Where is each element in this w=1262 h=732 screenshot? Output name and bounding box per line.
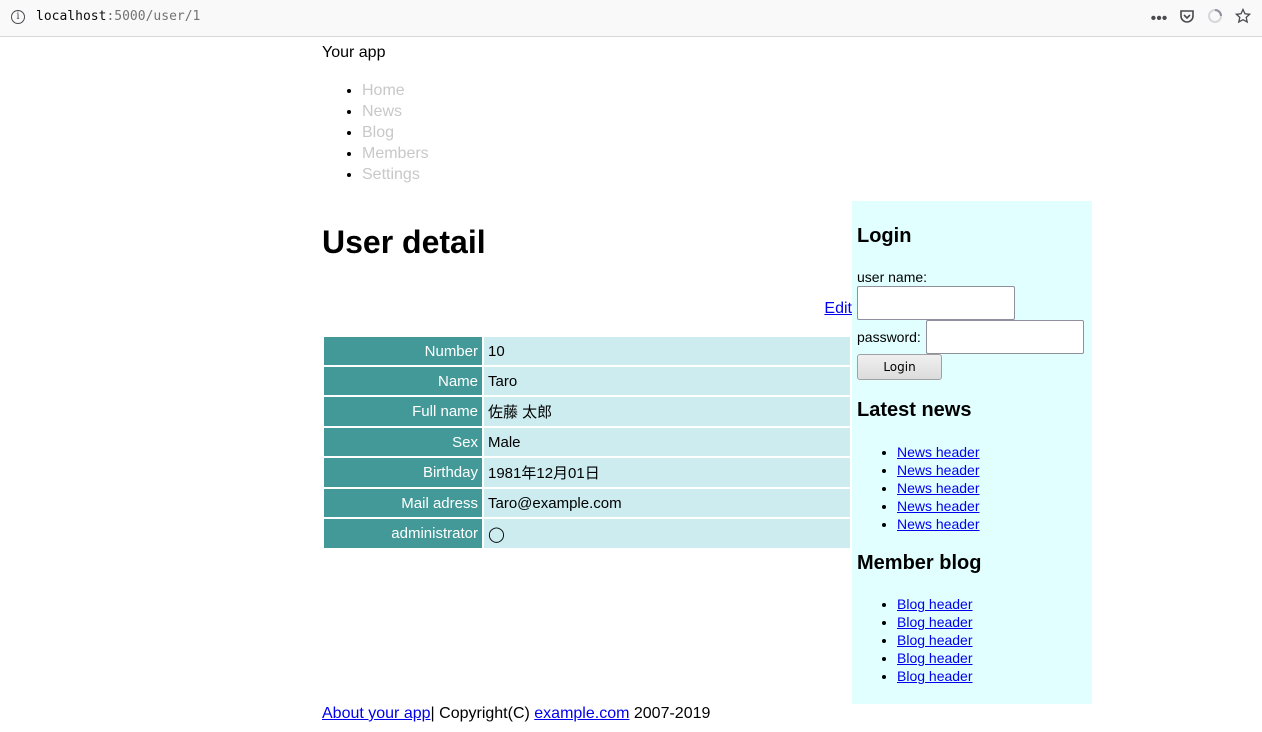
nav-item-blog[interactable]: Blog [362, 122, 429, 143]
loading-icon [1206, 8, 1224, 29]
row-label-administrator: administrator [324, 519, 482, 548]
row-value-number: 10 [484, 337, 850, 365]
list-item: News header [897, 515, 980, 533]
main-nav: Home News Blog Members Settings [322, 80, 429, 185]
pocket-icon[interactable] [1178, 8, 1196, 29]
password-label: password: [857, 329, 921, 345]
row-label-number: Number [324, 337, 482, 365]
username-label: user name: [857, 269, 928, 285]
news-link[interactable]: News header [897, 516, 980, 532]
member-blog-heading: Member blog [857, 552, 982, 574]
page-title: User detail [322, 224, 486, 260]
list-item: News header [897, 443, 980, 461]
copyright-years: 2007-2019 [629, 705, 711, 722]
news-list: News header News header News header News… [857, 443, 980, 533]
list-item: News header [897, 461, 980, 479]
row-value-mail-address: Taro@example.com [484, 489, 850, 517]
list-item: Blog header [897, 595, 973, 613]
username-input[interactable] [857, 286, 1015, 320]
row-value-administrator: ◯ [484, 519, 850, 548]
browser-toolbar-actions: ••• [1150, 7, 1252, 29]
news-link[interactable]: News header [897, 480, 980, 496]
table-row: Full name 佐藤 太郎 [324, 397, 850, 426]
nav-item-settings[interactable]: Settings [362, 164, 429, 185]
blog-link[interactable]: Blog header [897, 596, 973, 612]
row-value-sex: Male [484, 428, 850, 456]
browser-url-bar[interactable]: i localhost:5000/user/1 ••• [0, 0, 1262, 37]
news-link[interactable]: News header [897, 462, 980, 478]
site-link[interactable]: example.com [534, 705, 629, 722]
list-item: Blog header [897, 631, 973, 649]
app-brand: Your app [322, 44, 386, 61]
table-row: administrator ◯ [324, 519, 850, 548]
site-info-icon[interactable]: i [11, 10, 25, 24]
latest-news-heading: Latest news [857, 399, 972, 421]
list-item: Blog header [897, 613, 973, 631]
nav-item-home[interactable]: Home [362, 80, 429, 101]
login-heading: Login [857, 225, 912, 247]
row-value-birthday: 1981年12月01日 [484, 458, 850, 487]
bookmark-star-icon[interactable] [1234, 7, 1252, 29]
list-item: News header [897, 479, 980, 497]
list-item: Blog header [897, 667, 973, 685]
blog-link[interactable]: Blog header [897, 650, 973, 666]
row-value-full-name: 佐藤 太郎 [484, 397, 850, 426]
row-label-mail-address: Mail adress [324, 489, 482, 517]
table-row: Birthday 1981年12月01日 [324, 458, 850, 487]
row-label-sex: Sex [324, 428, 482, 456]
edit-link[interactable]: Edit [824, 300, 852, 318]
blog-link[interactable]: Blog header [897, 632, 973, 648]
nav-item-news[interactable]: News [362, 101, 429, 122]
row-label-name: Name [324, 367, 482, 395]
list-item: Blog header [897, 649, 973, 667]
blog-list: Blog header Blog header Blog header Blog… [857, 595, 973, 685]
about-link[interactable]: About your app [322, 705, 431, 722]
user-detail-table: Number 10 Name Taro Full name 佐藤 太郎 Sex … [322, 335, 852, 550]
row-label-full-name: Full name [324, 397, 482, 426]
url-host: localhost [36, 9, 107, 24]
footer: About your app| Copyright(C) example.com… [322, 705, 710, 723]
row-value-name: Taro [484, 367, 850, 395]
table-row: Number 10 [324, 337, 850, 365]
copyright-text: | Copyright(C) [430, 705, 535, 722]
blog-link[interactable]: Blog header [897, 614, 973, 630]
password-input[interactable] [926, 320, 1084, 354]
sidebar: Login user name: password: Login Latest … [852, 201, 1092, 704]
table-row: Sex Male [324, 428, 850, 456]
nav-item-members[interactable]: Members [362, 143, 429, 164]
table-row: Name Taro [324, 367, 850, 395]
url-text[interactable]: localhost:5000/user/1 [36, 9, 200, 24]
list-item: News header [897, 497, 980, 515]
more-icon[interactable]: ••• [1150, 10, 1168, 28]
url-path: :5000/user/1 [106, 9, 201, 24]
login-button[interactable]: Login [857, 354, 942, 380]
table-row: Mail adress Taro@example.com [324, 489, 850, 517]
blog-link[interactable]: Blog header [897, 668, 973, 684]
row-label-birthday: Birthday [324, 458, 482, 487]
news-link[interactable]: News header [897, 444, 980, 460]
news-link[interactable]: News header [897, 498, 980, 514]
